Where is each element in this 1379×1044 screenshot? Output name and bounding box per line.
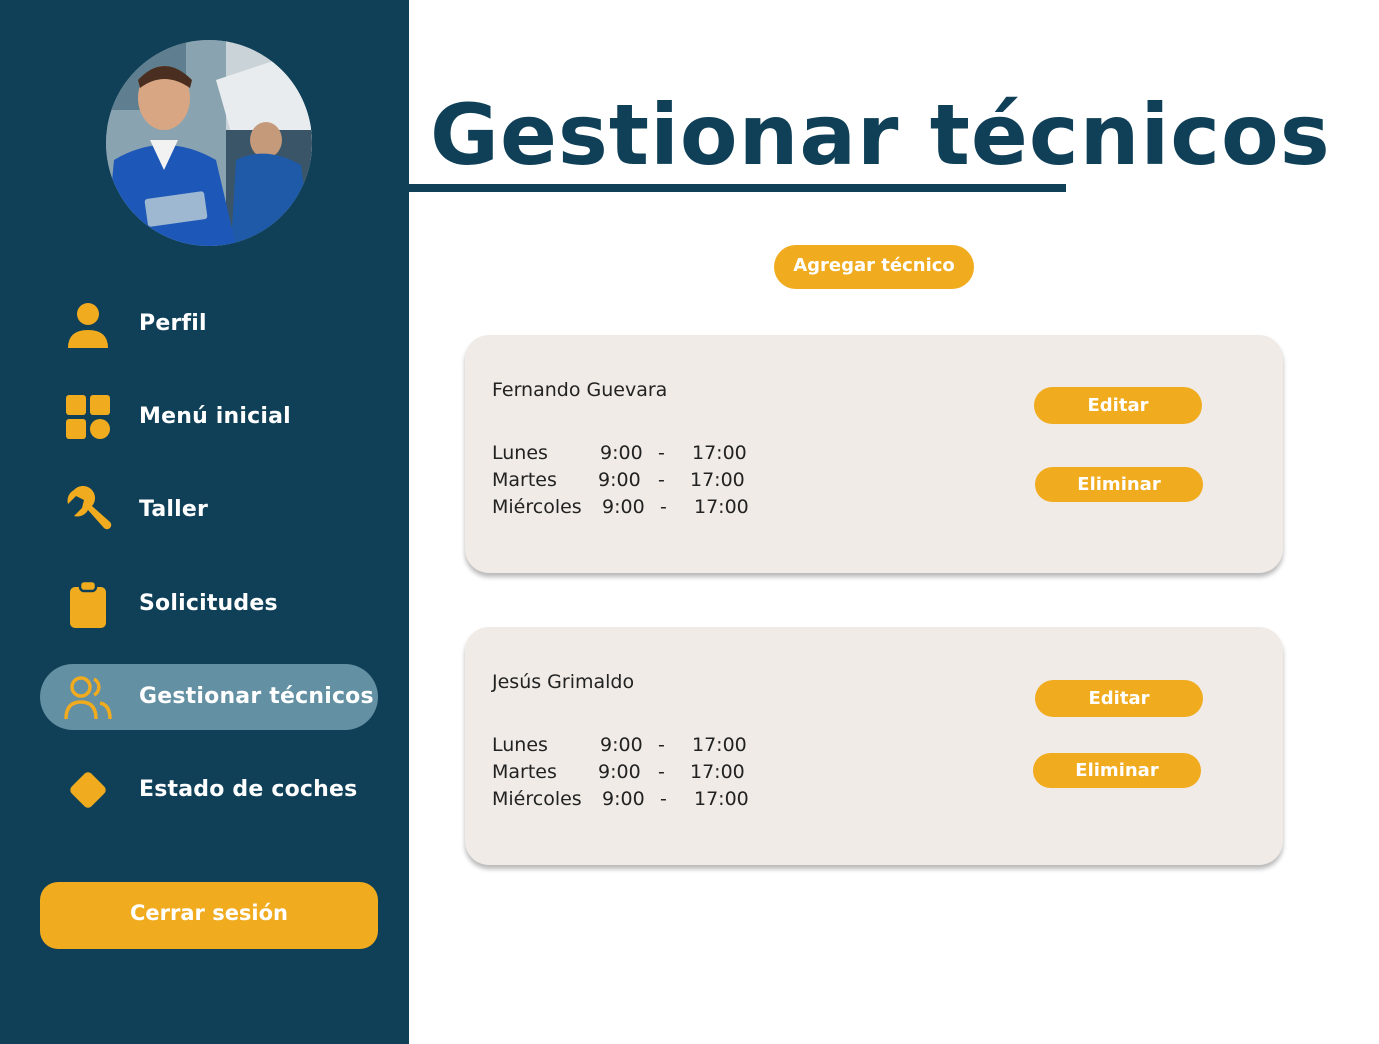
sidebar-item-solicitudes[interactable]: Solicitudes	[40, 571, 378, 637]
sidebar-item-estado-de-coches[interactable]: Estado de coches	[40, 757, 378, 823]
sidebar-item-label: Solicitudes	[139, 591, 278, 616]
technician-card: Fernando Guevara Lunes 9:00 - 17:00 Mart…	[465, 335, 1283, 573]
schedule-end: 17:00	[690, 761, 745, 783]
sidebar-item-label: Perfil	[139, 311, 207, 336]
schedule-end: 17:00	[694, 496, 749, 518]
sidebar-item-label: Taller	[139, 497, 209, 522]
schedule-separator: -	[658, 734, 665, 756]
schedule-start: 9:00	[598, 469, 641, 491]
schedule-separator: -	[660, 788, 667, 810]
technician-name: Fernando Guevara	[492, 379, 668, 401]
schedule-day: Martes	[492, 761, 557, 783]
sidebar-item-menu-inicial[interactable]: Menú inicial	[40, 384, 378, 450]
technician-schedule: Lunes 9:00 - 17:00 Martes 9:00 - 17:00 M…	[492, 733, 792, 814]
schedule-row: Miércoles 9:00 - 17:00	[492, 787, 792, 814]
person-icon	[68, 303, 108, 348]
schedule-end: 17:00	[690, 469, 745, 491]
schedule-separator: -	[658, 469, 665, 491]
schedule-row: Martes 9:00 - 17:00	[492, 760, 792, 787]
schedule-separator: -	[660, 496, 667, 518]
schedule-row: Miércoles 9:00 - 17:00	[492, 495, 792, 522]
schedule-day: Martes	[492, 469, 557, 491]
technician-name: Jesús Grimaldo	[492, 671, 635, 693]
schedule-separator: -	[658, 442, 665, 464]
wrench-icon	[67, 486, 112, 530]
schedule-start: 9:00	[600, 734, 643, 756]
logout-button[interactable]: Cerrar sesión	[40, 882, 378, 949]
title-underline	[409, 184, 1066, 192]
users-icon	[64, 676, 112, 720]
sidebar-item-taller[interactable]: Taller	[40, 477, 378, 543]
grid-icon	[66, 395, 110, 439]
technician-card: Jesús Grimaldo Lunes 9:00 - 17:00 Martes…	[465, 627, 1283, 865]
schedule-row: Martes 9:00 - 17:00	[492, 468, 792, 495]
sidebar-item-label: Menú inicial	[139, 404, 291, 429]
schedule-row: Lunes 9:00 - 17:00	[492, 733, 792, 760]
page-title: Gestionar técnicos	[430, 86, 1331, 184]
sidebar: Perfil Menú inicial Taller Solicitudes G…	[0, 0, 409, 1044]
schedule-end: 17:00	[694, 788, 749, 810]
technician-schedule: Lunes 9:00 - 17:00 Martes 9:00 - 17:00 M…	[492, 441, 792, 522]
sidebar-item-label: Gestionar técnicos	[139, 684, 374, 709]
diamond-icon	[70, 772, 106, 808]
edit-button[interactable]: Editar	[1034, 387, 1202, 424]
schedule-day: Lunes	[492, 442, 548, 464]
sidebar-item-perfil[interactable]: Perfil	[40, 291, 378, 357]
schedule-start: 9:00	[600, 442, 643, 464]
schedule-day: Miércoles	[492, 496, 582, 518]
schedule-day: Lunes	[492, 734, 548, 756]
schedule-start: 9:00	[602, 788, 645, 810]
schedule-separator: -	[658, 761, 665, 783]
schedule-day: Miércoles	[492, 788, 582, 810]
sidebar-item-gestionar-tecnicos[interactable]: Gestionar técnicos	[40, 664, 378, 730]
edit-button[interactable]: Editar	[1035, 680, 1203, 717]
schedule-row: Lunes 9:00 - 17:00	[492, 441, 792, 468]
clipboard-icon	[70, 580, 106, 628]
delete-button[interactable]: Eliminar	[1033, 753, 1201, 788]
sidebar-item-label: Estado de coches	[139, 777, 358, 802]
avatar[interactable]	[106, 40, 312, 246]
schedule-start: 9:00	[598, 761, 641, 783]
delete-button[interactable]: Eliminar	[1035, 467, 1203, 502]
schedule-start: 9:00	[602, 496, 645, 518]
schedule-end: 17:00	[692, 734, 747, 756]
add-technician-button[interactable]: Agregar técnico	[774, 245, 974, 289]
schedule-end: 17:00	[692, 442, 747, 464]
avatar-photo	[106, 40, 312, 246]
